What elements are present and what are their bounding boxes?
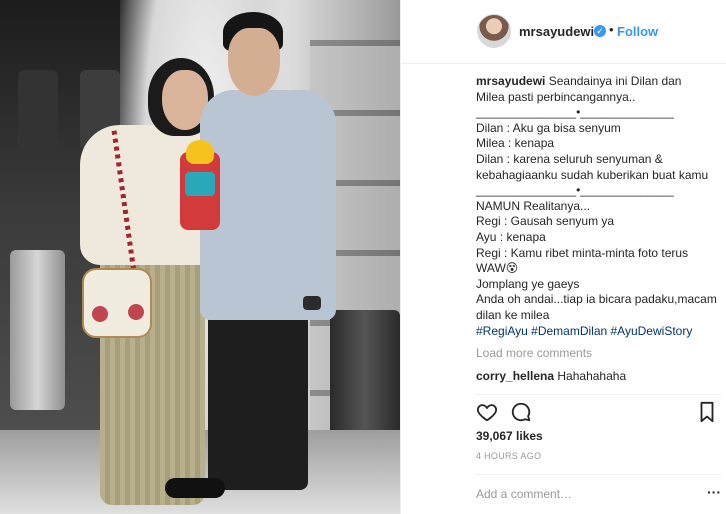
suitcase (18, 70, 58, 150)
caption-divider: _______________•______________ (476, 183, 674, 198)
follow-button[interactable]: Follow (617, 24, 658, 39)
caption-line: kebahagiaanku sudah kuberikan buat kamu (476, 167, 709, 182)
post-side-panel: mrsayudewi ✓ • Follow mrsayudewi Seandai… (400, 0, 726, 514)
man-face (228, 28, 280, 96)
caption-line: Seandainya ini Dilan dan (548, 74, 682, 88)
header-username[interactable]: mrsayudewi (519, 24, 594, 39)
suitcase (10, 250, 65, 410)
handbag (82, 268, 152, 338)
caption: mrsayudewi Seandainya ini Dilan dan Mile… (476, 74, 721, 339)
more-options-icon[interactable]: ··· (707, 484, 721, 500)
avatar[interactable] (477, 14, 511, 48)
bookmark-icon[interactable] (697, 401, 721, 425)
comment-username[interactable]: corry_hellena (476, 369, 554, 383)
like-count[interactable]: 39,067 likes (476, 429, 543, 443)
comment-input[interactable] (476, 484, 696, 504)
caption-line: dilan ke milea (476, 307, 550, 322)
flower-patch (128, 304, 144, 320)
flower-patch (92, 306, 108, 322)
caption-line: WAW (476, 261, 506, 276)
duck-phone-case (186, 140, 214, 164)
wristwatch (303, 296, 321, 310)
comment-item: corry_hellena Hahahahaha (476, 369, 626, 383)
caption-line: Ayu : kenapa (476, 229, 546, 244)
comment-bubble-icon[interactable] (510, 401, 534, 425)
caption-line: Regi : Gausah senyum ya (476, 214, 615, 229)
verified-badge-icon: ✓ (594, 25, 606, 37)
comment-text: Hahahahaha (557, 369, 627, 383)
separator-dot: • (609, 22, 614, 37)
hashtags[interactable]: #RegiAyu #DemamDilan #AyuDewiStory (476, 324, 721, 340)
comment-form: ··· (476, 474, 721, 514)
shoe (165, 478, 225, 498)
caption-line: Milea pasti perbincangannya.. (476, 89, 636, 104)
man-trousers (208, 300, 308, 490)
caption-username[interactable]: mrsayudewi (476, 74, 545, 88)
phone-sticker (185, 172, 215, 196)
action-bar (476, 394, 721, 426)
caption-divider: _______________•______________ (476, 105, 674, 120)
man-shirt (200, 90, 336, 320)
post-photo[interactable] (0, 0, 400, 514)
caption-line: Dilan : karena seluruh senyuman & (476, 151, 663, 166)
heart-icon[interactable] (476, 401, 500, 425)
caption-line: Milea : kenapa (476, 136, 555, 151)
caption-line: NAMUN Realitanya... (476, 198, 591, 213)
timestamp[interactable]: 4 HOURS AGO (476, 451, 541, 461)
caption-line: Anda oh andai...tiap ia bicara padaku,ma… (476, 292, 717, 307)
suitcase (330, 310, 400, 450)
dizzy-emoji-icon: 😵 (505, 261, 519, 276)
caption-line: Jomplang ye gaeys (476, 276, 580, 291)
caption-line: Regi : Kamu ribet minta-minta foto terus (476, 245, 689, 260)
load-more-comments[interactable]: Load more comments (476, 346, 592, 360)
caption-line: Dilan : Aku ga bisa senyum (476, 120, 621, 135)
phone-case (180, 140, 220, 230)
